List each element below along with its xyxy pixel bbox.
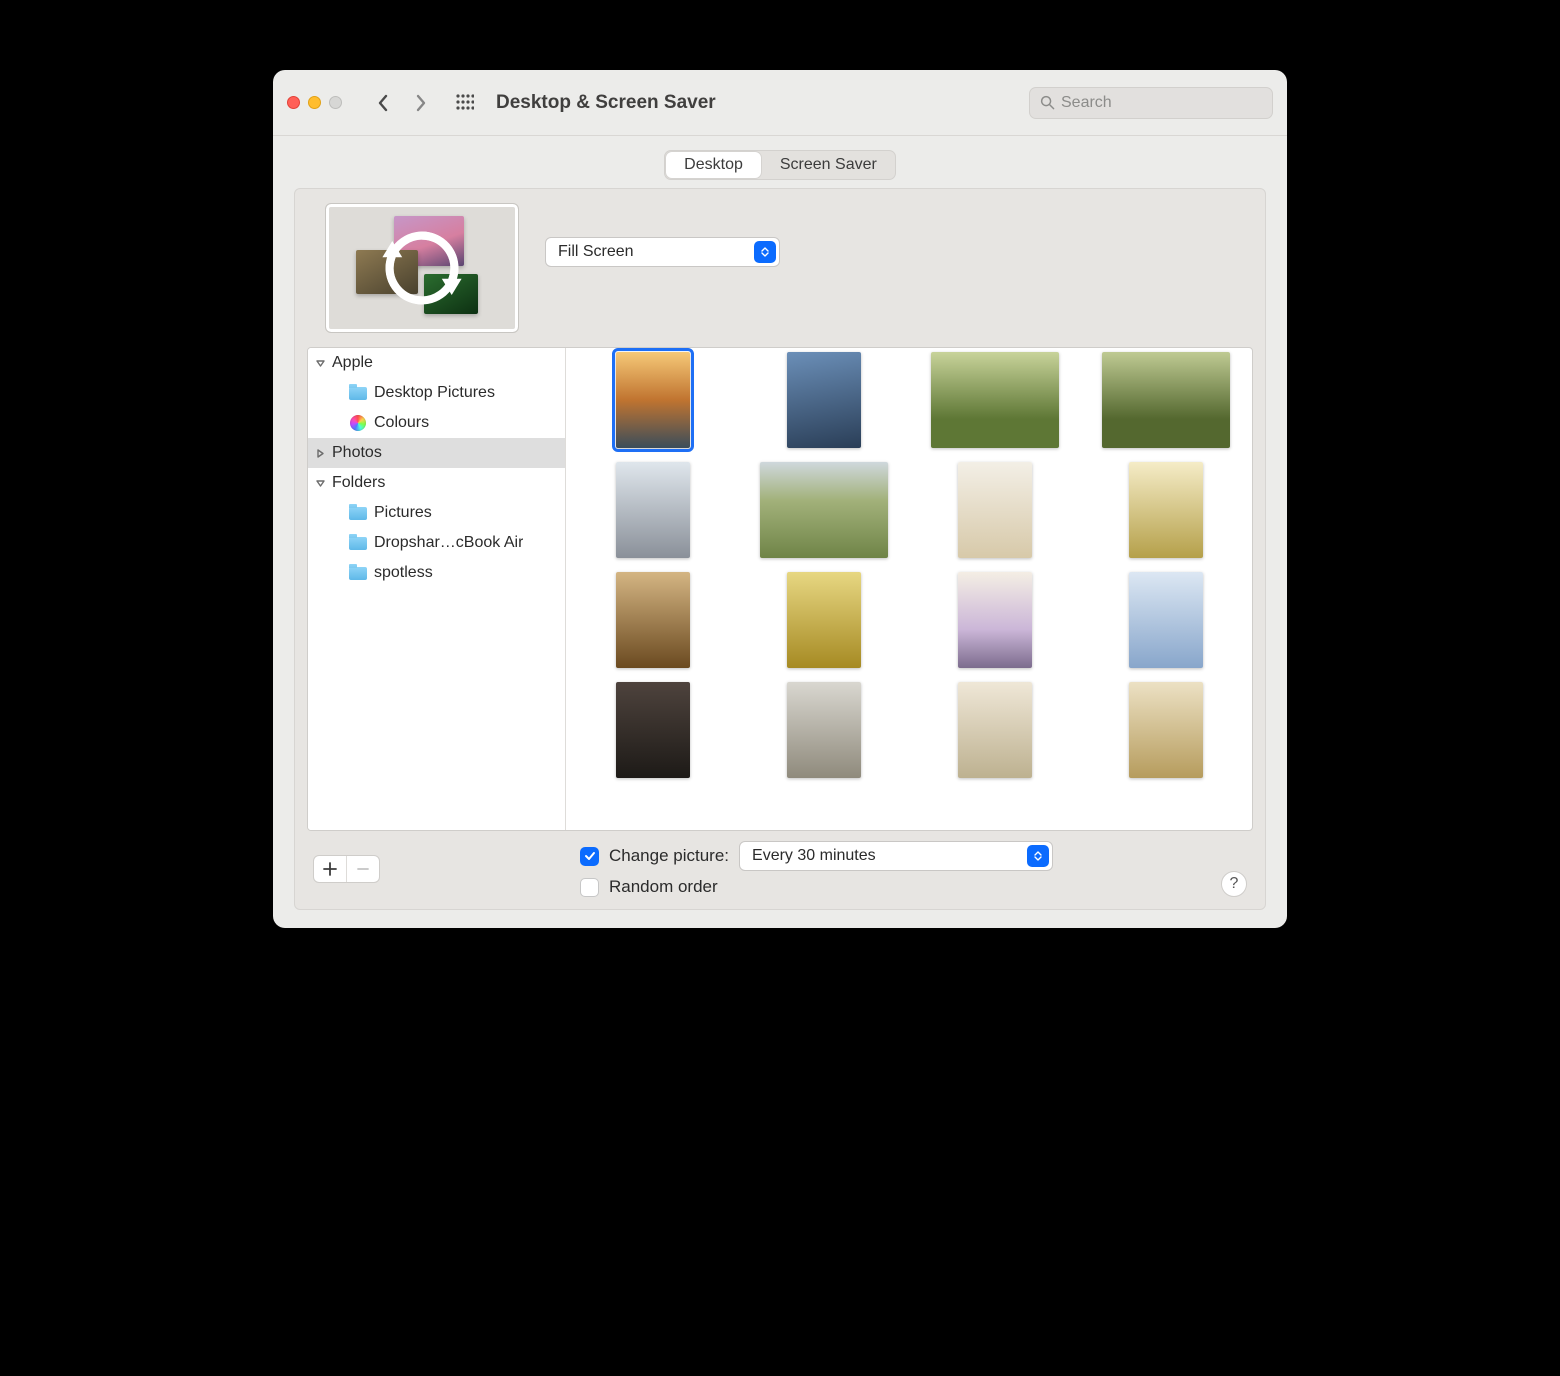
minus-icon: [356, 862, 370, 876]
source-list[interactable]: Apple Desktop Pictures Colours Photos: [308, 348, 566, 830]
search-input[interactable]: [1061, 94, 1268, 112]
thumbnail[interactable]: [575, 460, 731, 560]
thumbnail[interactable]: [575, 680, 731, 780]
chevron-right-icon: [414, 94, 428, 112]
random-order-checkbox[interactable]: [580, 878, 599, 897]
fill-mode-select[interactable]: Fill Screen: [545, 237, 780, 267]
window-controls: [287, 96, 342, 109]
remove-folder-button: [347, 856, 379, 882]
thumbnail[interactable]: [1088, 570, 1244, 670]
thumbnail[interactable]: [917, 460, 1073, 560]
thumbnail[interactable]: [1088, 460, 1244, 560]
cycle-icon: [377, 223, 467, 313]
folder-icon: [348, 535, 368, 551]
thumbnail[interactable]: [746, 350, 902, 450]
source-label: Colours: [374, 414, 429, 432]
source-label: Pictures: [374, 504, 432, 522]
minimize-button[interactable]: [308, 96, 321, 109]
source-folder-spotless[interactable]: spotless: [308, 558, 565, 588]
disclosure-down-icon[interactable]: [314, 479, 326, 488]
change-interval-select[interactable]: Every 30 minutes: [739, 841, 1053, 871]
add-remove-control: [313, 855, 380, 883]
tab-desktop[interactable]: Desktop: [666, 152, 761, 178]
toolbar: Desktop & Screen Saver: [273, 70, 1287, 136]
tab-bar: Desktop Screen Saver: [273, 136, 1287, 184]
thumbnail[interactable]: [917, 350, 1073, 450]
panel-footer: Change picture: Every 30 minutes Random …: [307, 831, 1253, 897]
tab-screen-saver[interactable]: Screen Saver: [762, 151, 895, 179]
folder-icon: [348, 565, 368, 581]
thumbnail[interactable]: [917, 570, 1073, 670]
grid-icon: [456, 94, 474, 112]
random-order-label: Random order: [609, 877, 718, 897]
stepper-icon: [754, 241, 776, 263]
source-label: Dropshar…cBook Air: [374, 534, 523, 552]
window-title: Desktop & Screen Saver: [496, 92, 716, 114]
source-label: Apple: [332, 354, 373, 372]
current-desktop-preview: [325, 203, 519, 333]
help-button[interactable]: ?: [1221, 871, 1247, 897]
source-folder-dropshare[interactable]: Dropshar…cBook Air: [308, 528, 565, 558]
fill-mode-value: Fill Screen: [558, 243, 634, 261]
zoom-button-disabled: [329, 96, 342, 109]
colour-wheel-icon: [348, 415, 368, 431]
thumbnail[interactable]: [1088, 350, 1244, 450]
prefs-window: Desktop & Screen Saver Desktop Screen Sa…: [273, 70, 1287, 928]
check-icon: [584, 850, 596, 862]
close-button[interactable]: [287, 96, 300, 109]
source-label: Folders: [332, 474, 385, 492]
thumbnail[interactable]: [917, 680, 1073, 780]
thumbnail[interactable]: [575, 570, 731, 670]
search-field[interactable]: [1029, 87, 1273, 119]
source-desktop-pictures[interactable]: Desktop Pictures: [308, 378, 565, 408]
thumbnail[interactable]: [575, 350, 731, 450]
thumbnail-grid[interactable]: [566, 348, 1252, 830]
source-label: spotless: [374, 564, 433, 582]
change-picture-checkbox[interactable]: [580, 847, 599, 866]
source-label: Photos: [332, 444, 382, 462]
source-group-apple[interactable]: Apple: [308, 348, 565, 378]
stepper-icon: [1027, 845, 1049, 867]
back-button[interactable]: [368, 88, 398, 118]
thumbnail[interactable]: [746, 460, 902, 560]
plus-icon: [323, 862, 337, 876]
thumbnail[interactable]: [1088, 680, 1244, 780]
forward-button: [406, 88, 436, 118]
source-folder-pictures[interactable]: Pictures: [308, 498, 565, 528]
disclosure-right-icon[interactable]: [314, 449, 326, 458]
change-picture-label: Change picture:: [609, 846, 729, 866]
folder-icon: [348, 385, 368, 401]
source-photos[interactable]: Photos: [308, 438, 565, 468]
show-all-button[interactable]: [448, 88, 482, 118]
source-group-folders[interactable]: Folders: [308, 468, 565, 498]
disclosure-down-icon[interactable]: [314, 359, 326, 368]
desktop-panel: Fill Screen Apple: [294, 188, 1266, 910]
change-interval-value: Every 30 minutes: [752, 847, 876, 865]
chevron-left-icon: [376, 94, 390, 112]
thumbnail[interactable]: [746, 680, 902, 780]
search-icon: [1040, 95, 1055, 110]
add-folder-button[interactable]: [314, 856, 346, 882]
source-label: Desktop Pictures: [374, 384, 495, 402]
folder-icon: [348, 505, 368, 521]
thumbnail[interactable]: [746, 570, 902, 670]
source-colours[interactable]: Colours: [308, 408, 565, 438]
